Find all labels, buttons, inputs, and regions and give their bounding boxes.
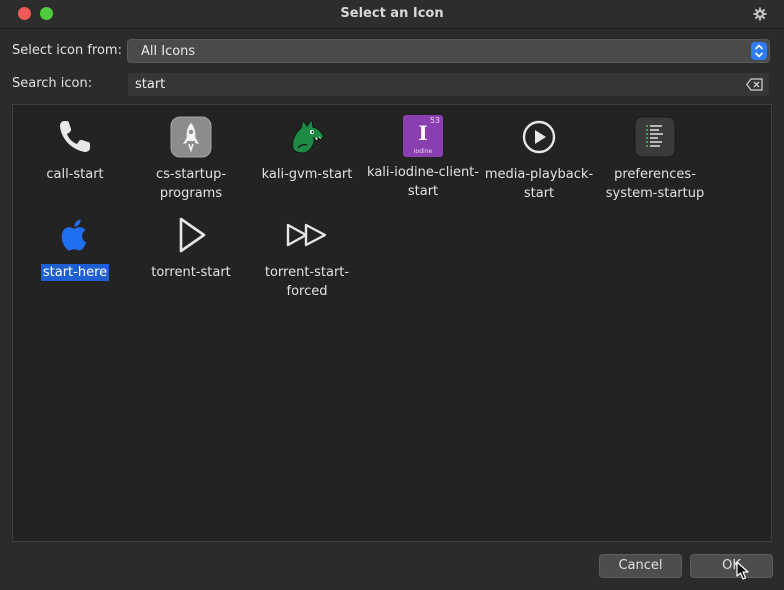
select-arrows-icon bbox=[751, 42, 767, 60]
play-circle-icon bbox=[522, 120, 556, 154]
icon-label: call-start bbox=[46, 167, 104, 182]
icon-item-start-here[interactable]: start-here bbox=[17, 213, 133, 282]
icon-item-kali-gvm-start[interactable]: kali-gvm-start bbox=[249, 115, 365, 184]
icon-label: torrent-start bbox=[151, 265, 231, 280]
gear-icon[interactable] bbox=[753, 7, 767, 21]
apple-icon bbox=[61, 219, 87, 251]
icon-label: torrent-start-forced bbox=[264, 265, 350, 299]
icon-grid: call-start cs-startup-programs kali-gvm-… bbox=[12, 104, 772, 542]
icon-item-preferences-system-startup[interactable]: preferences-system-startup bbox=[597, 115, 713, 203]
mouse-pointer-icon bbox=[736, 561, 749, 580]
search-input[interactable]: start bbox=[127, 72, 770, 97]
window-title: Select an Icon bbox=[340, 6, 444, 21]
icon-item-cs-startup-programs[interactable]: cs-startup-programs bbox=[133, 115, 249, 203]
fast-forward-outline-icon bbox=[286, 223, 327, 247]
title-bar: Select an Icon bbox=[0, 0, 784, 29]
source-label: Select icon from: bbox=[12, 43, 122, 58]
search-value: start bbox=[135, 77, 166, 92]
phone-icon bbox=[60, 121, 90, 152]
icon-item-torrent-start[interactable]: torrent-start bbox=[133, 213, 249, 282]
icon-source-select[interactable]: All Icons bbox=[127, 39, 770, 63]
icon-item-call-start[interactable]: call-start bbox=[17, 115, 133, 184]
icon-label: media-playback-start bbox=[484, 167, 594, 201]
icon-source-value: All Icons bbox=[141, 44, 196, 59]
iodine-element-icon: 53 I Iodine bbox=[403, 115, 443, 157]
icon-label: kali-iodine-client-start bbox=[367, 165, 479, 199]
icon-label: cs-startup-programs bbox=[155, 167, 227, 201]
dinosaur-head-icon bbox=[291, 117, 325, 154]
ok-button[interactable]: OK bbox=[690, 554, 773, 578]
cancel-button[interactable]: Cancel bbox=[599, 554, 682, 578]
rocket-icon bbox=[170, 116, 212, 158]
icon-label: preferences-system-startup bbox=[605, 167, 705, 201]
icon-label: kali-gvm-start bbox=[261, 167, 353, 182]
startup-list-icon bbox=[634, 116, 676, 158]
search-label: Search icon: bbox=[12, 76, 93, 91]
play-outline-icon bbox=[179, 217, 206, 253]
icon-item-torrent-start-forced[interactable]: torrent-start-forced bbox=[249, 213, 365, 301]
icon-item-kali-iodine-client-start[interactable]: 53 I Iodine kali-iodine-client-start bbox=[365, 115, 481, 201]
icon-item-media-playback-start[interactable]: media-playback-start bbox=[481, 115, 597, 203]
icon-label-selected: start-here bbox=[40, 264, 110, 281]
clear-search-icon[interactable] bbox=[746, 78, 763, 91]
